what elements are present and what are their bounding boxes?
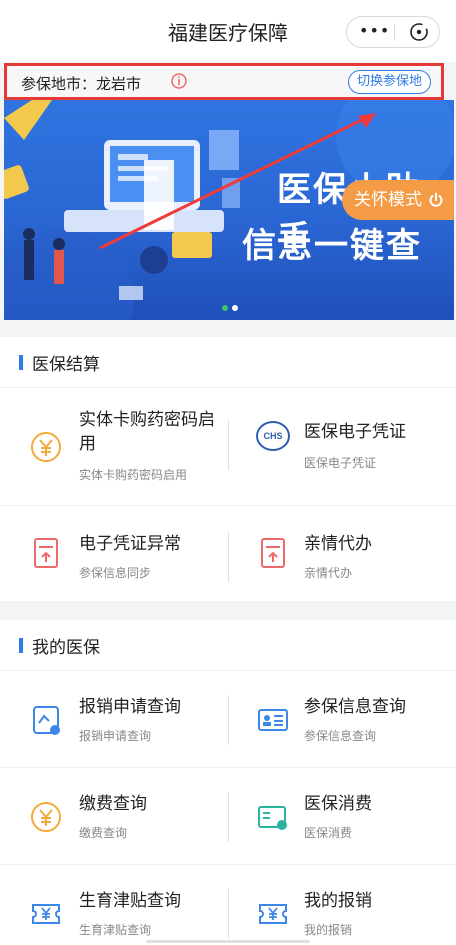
tile-subtitle: 参保信息同步	[79, 566, 152, 580]
tile-my-reimbursement[interactable]: 我的报销 我的报销	[229, 865, 456, 945]
care-mode-label: 关怀模式	[354, 190, 422, 210]
document-upload-icon	[34, 538, 58, 568]
yuan-ticket-icon	[259, 904, 287, 924]
section-header-settlement: 医保结算	[0, 337, 456, 387]
grid-row: 报销申请查询 报销申请查询 参保信息查询 参保信息查询	[0, 671, 456, 767]
banner-title-line2: 信息一键查	[242, 226, 422, 266]
tile-subtitle: 报销申请查询	[79, 729, 152, 743]
tile-subtitle: 亲情代办	[304, 566, 353, 580]
tile-title: 我的报销	[304, 891, 372, 911]
mini-program-capsule: •••	[346, 16, 440, 48]
carousel-dot-active	[222, 305, 228, 311]
close-miniprogram-icon[interactable]	[409, 22, 429, 42]
chs-logo-text: CHS	[263, 431, 282, 441]
tile-maternity-allowance[interactable]: 生育津贴查询 生育津贴查询	[0, 865, 228, 945]
carousel-indicator	[222, 296, 242, 315]
tile-title: 医保消费	[304, 794, 372, 814]
section-title: 医保结算	[32, 355, 100, 375]
banner-carousel[interactable]: 医保小助手 信息一键查 关怀模式	[4, 100, 454, 320]
card-consume-icon	[258, 806, 287, 830]
tile-subtitle: 生育津贴查询	[79, 923, 152, 937]
tile-card-password[interactable]: 实体卡购药密码启用 实体卡购药密码启用	[0, 388, 228, 505]
tile-title: 缴费查询	[79, 794, 147, 814]
grid-row: 实体卡购药密码启用 实体卡购药密码启用 CHS 医保电子凭证 医保电子凭证	[0, 388, 456, 505]
grid-row: 生育津贴查询 生育津贴查询 我的报销 我的报销	[0, 865, 456, 945]
region-bar: 参保地市：龙岩市 切换参保地	[4, 63, 444, 100]
tile-subtitle: 缴费查询	[79, 826, 128, 840]
tile-payment-query[interactable]: 缴费查询 缴费查询	[0, 768, 228, 864]
more-icon[interactable]: •••	[359, 22, 389, 40]
yuan-ticket-icon	[32, 904, 60, 924]
tile-subtitle: 医保消费	[304, 826, 353, 840]
tile-title: 亲情代办	[304, 534, 372, 554]
top-nav-bar: 福建医疗保障 •••	[0, 0, 456, 62]
care-mode-button[interactable]: 关怀模式	[342, 180, 454, 220]
tile-title: 电子凭证异常	[79, 534, 181, 554]
tile-title: 参保信息查询	[304, 697, 406, 717]
tile-title: 报销申请查询	[79, 697, 181, 717]
yuan-coin-icon	[31, 802, 61, 832]
tile-subtitle: 医保电子凭证	[304, 456, 377, 470]
carousel-dot	[232, 305, 238, 311]
tile-claim-query[interactable]: 报销申请查询 报销申请查询	[0, 671, 228, 767]
id-card-icon	[258, 709, 288, 731]
tile-voucher-error[interactable]: 电子凭证异常 参保信息同步	[0, 506, 228, 601]
claim-search-icon	[33, 706, 60, 735]
home-indicator	[146, 940, 310, 943]
grid-row: 电子凭证异常 参保信息同步 亲情代办 亲情代办	[0, 506, 456, 601]
tile-title: 医保电子凭证	[304, 422, 406, 442]
tile-subtitle: 参保信息查询	[304, 729, 377, 743]
chs-logo-icon: CHS	[256, 421, 290, 451]
document-upload-icon	[261, 538, 285, 568]
switch-region-button[interactable]: 切换参保地	[347, 70, 431, 94]
power-icon	[429, 192, 443, 207]
tile-enrollment-query[interactable]: 参保信息查询 参保信息查询	[229, 671, 456, 767]
section-marker	[19, 355, 23, 370]
tile-insurance-consumption[interactable]: 医保消费 医保消费	[229, 768, 456, 864]
info-icon[interactable]	[171, 73, 187, 89]
tile-subtitle: 实体卡购药密码启用	[79, 468, 188, 482]
grid-row: 缴费查询 缴费查询 医保消费 医保消费	[0, 768, 456, 864]
section-marker	[19, 638, 23, 653]
section-header-my-insurance: 我的医保	[0, 620, 456, 670]
tile-family-proxy[interactable]: 亲情代办 亲情代办	[229, 506, 456, 601]
tile-subtitle: 我的报销	[304, 923, 353, 937]
capsule-divider	[394, 24, 395, 41]
tile-title: 生育津贴查询	[79, 891, 181, 911]
tile-e-voucher[interactable]: CHS 医保电子凭证 医保电子凭证	[229, 388, 456, 505]
tile-title: 实体卡购药密码启用	[79, 410, 215, 454]
yuan-coin-icon	[31, 432, 61, 462]
section-title: 我的医保	[32, 638, 100, 658]
region-label: 参保地市：龙岩市	[21, 75, 142, 93]
